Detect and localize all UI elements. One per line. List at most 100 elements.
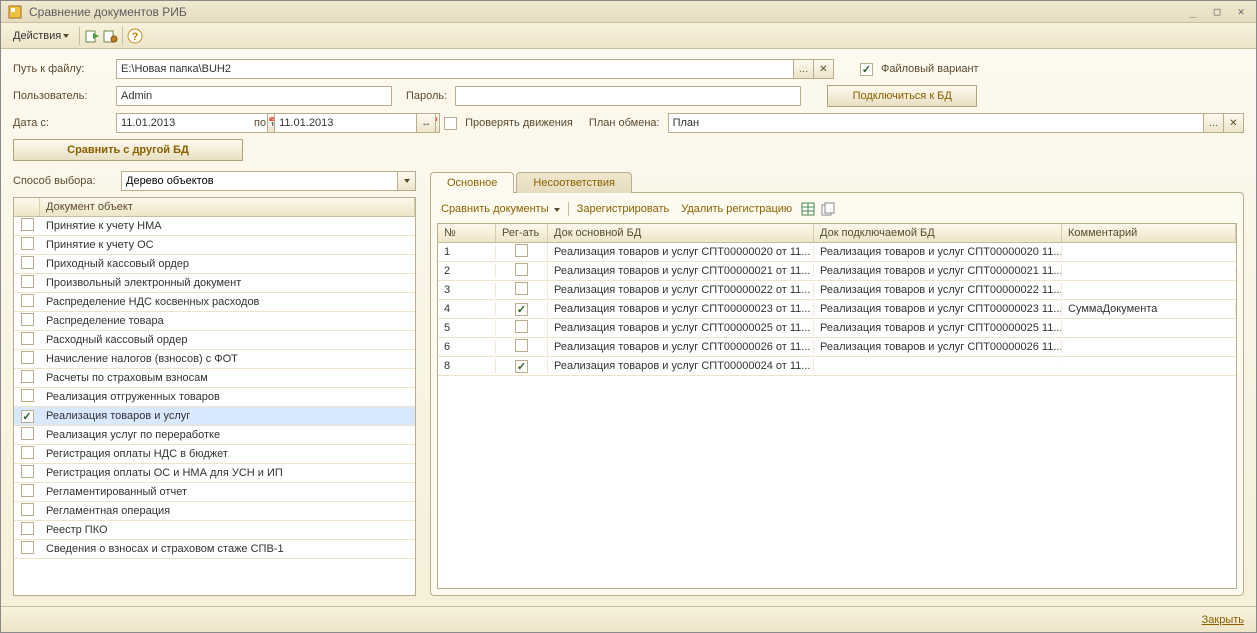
cell-reg-checkbox[interactable]: [515, 320, 528, 333]
tree-row[interactable]: Произвольный электронный документ: [14, 274, 415, 293]
swap-dates-button[interactable]: ↔: [416, 113, 436, 133]
tree-row-checkbox[interactable]: [21, 332, 34, 345]
maximize-icon[interactable]: □: [1208, 5, 1226, 19]
tree-row[interactable]: Расчеты по страховым взносам: [14, 369, 415, 388]
tree-row-checkbox[interactable]: [21, 410, 34, 423]
tree-row[interactable]: Принятие к учету НМА: [14, 217, 415, 236]
tree-row[interactable]: Реализация отгруженных товаров: [14, 388, 415, 407]
grid-row[interactable]: 6Реализация товаров и услуг СПТ00000026 …: [438, 338, 1236, 357]
tree-row-checkbox[interactable]: [21, 237, 34, 250]
tree-row-checkbox[interactable]: [21, 522, 34, 535]
cell-reg-checkbox[interactable]: [515, 339, 528, 352]
tree-row-label: Сведения о взносах и страховом стаже СПВ…: [40, 542, 415, 556]
minimize-icon[interactable]: _: [1184, 5, 1202, 19]
cell-reg-checkbox[interactable]: [515, 244, 528, 257]
tree-row-checkbox[interactable]: [21, 256, 34, 269]
grid-row[interactable]: 8Реализация товаров и услуг СПТ00000024 …: [438, 357, 1236, 376]
select-method-combo[interactable]: Дерево объектов: [121, 171, 398, 191]
tree-row[interactable]: Реестр ПКО: [14, 521, 415, 540]
path-input[interactable]: [116, 59, 794, 79]
copy-icon[interactable]: [820, 201, 836, 217]
tree-row-checkbox[interactable]: [21, 465, 34, 478]
grid-row[interactable]: 5Реализация товаров и услуг СПТ00000025 …: [438, 319, 1236, 338]
user-input[interactable]: [116, 86, 392, 106]
close-button[interactable]: Закрыть: [1202, 614, 1244, 626]
exchange-plan-label: План обмена:: [589, 117, 660, 129]
tree-row-checkbox[interactable]: [21, 294, 34, 307]
exchange-plan-clear-button[interactable]: ✕: [1224, 113, 1244, 133]
unregister-button[interactable]: Удалить регистрацию: [677, 201, 796, 217]
tree-row-checkbox[interactable]: [21, 427, 34, 440]
register-button[interactable]: Зарегистрировать: [573, 201, 674, 217]
tree-row-checkbox[interactable]: [21, 351, 34, 364]
grid-row[interactable]: 3Реализация товаров и услуг СПТ00000022 …: [438, 281, 1236, 300]
tree-row[interactable]: Принятие к учету ОС: [14, 236, 415, 255]
actions-menu[interactable]: Действия: [7, 28, 75, 44]
check-movements-checkbox[interactable]: [444, 117, 457, 130]
tree-row[interactable]: Реализация товаров и услуг: [14, 407, 415, 426]
tree-row[interactable]: Сведения о взносах и страховом стаже СПВ…: [14, 540, 415, 559]
tree-row-label: Принятие к учету НМА: [40, 219, 415, 233]
cell-reg-checkbox[interactable]: [515, 263, 528, 276]
chevron-down-icon[interactable]: [398, 171, 416, 191]
grid-row[interactable]: 2Реализация товаров и услуг СПТ00000021 …: [438, 262, 1236, 281]
tab-mismatch[interactable]: Несоответствия: [516, 172, 632, 193]
tree-row[interactable]: Начисление налогов (взносов) с ФОТ: [14, 350, 415, 369]
compare-button[interactable]: Сравнить с другой БД: [13, 139, 243, 161]
tree-row[interactable]: Распределение НДС косвенных расходов: [14, 293, 415, 312]
script-run-icon[interactable]: [84, 28, 100, 44]
cell-reg-checkbox[interactable]: [515, 303, 528, 316]
grid-body[interactable]: 1Реализация товаров и услуг СПТ00000020 …: [438, 243, 1236, 588]
tree-row[interactable]: Расходный кассовый ордер: [14, 331, 415, 350]
cell-reg-checkbox[interactable]: [515, 282, 528, 295]
tree-row-checkbox[interactable]: [21, 503, 34, 516]
tree-row-checkbox[interactable]: [21, 446, 34, 459]
tree-row-checkbox[interactable]: [21, 484, 34, 497]
col-main-db[interactable]: Док основной БД: [548, 224, 814, 242]
col-num[interactable]: №: [438, 224, 496, 242]
path-clear-button[interactable]: ✕: [814, 59, 834, 79]
tree-row[interactable]: Приходный кассовый ордер: [14, 255, 415, 274]
tree-row-label: Регламентная операция: [40, 504, 415, 518]
exchange-plan-input[interactable]: [668, 113, 1204, 133]
cell-main-db: Реализация товаров и услуг СПТ00000025 о…: [548, 321, 814, 335]
tree-row-checkbox[interactable]: [21, 313, 34, 326]
close-icon[interactable]: ✕: [1232, 5, 1250, 19]
table-icon[interactable]: [800, 201, 816, 217]
tree-row[interactable]: Регламентная операция: [14, 502, 415, 521]
tree-row[interactable]: Реализация услуг по переработке: [14, 426, 415, 445]
tree-row-checkbox[interactable]: [21, 218, 34, 231]
tree-row-label: Реализация товаров и услуг: [40, 409, 415, 423]
tree-row-checkbox[interactable]: [21, 275, 34, 288]
tree-row-label: Распределение товара: [40, 314, 415, 328]
tree-body[interactable]: Принятие к учету НМА Принятие к учету ОС П…: [14, 217, 415, 595]
tree-row-label: Приходный кассовый ордер: [40, 257, 415, 271]
col-conn-db[interactable]: Док подключаемой БД: [814, 224, 1062, 242]
connect-button[interactable]: Подключиться к БД: [827, 85, 977, 107]
tree-row-checkbox[interactable]: [21, 541, 34, 554]
tree-row-checkbox[interactable]: [21, 389, 34, 402]
cell-main-db: Реализация товаров и услуг СПТ00000022 о…: [548, 283, 814, 297]
grid-row[interactable]: 4Реализация товаров и услуг СПТ00000023 …: [438, 300, 1236, 319]
grid-row[interactable]: 1Реализация товаров и услуг СПТ00000020 …: [438, 243, 1236, 262]
tree-row[interactable]: Регистрация оплаты НДС в бюджет: [14, 445, 415, 464]
password-input[interactable]: [455, 86, 801, 106]
tree-row[interactable]: Распределение товара: [14, 312, 415, 331]
script-gear-icon[interactable]: [102, 28, 118, 44]
file-variant-checkbox[interactable]: [860, 63, 873, 76]
help-icon[interactable]: ?: [127, 28, 143, 44]
cell-main-db: Реализация товаров и услуг СПТ00000023 о…: [548, 302, 814, 316]
tab-main[interactable]: Основное: [430, 172, 514, 193]
compare-docs-menu[interactable]: Сравнить документы: [437, 201, 564, 217]
col-comment[interactable]: Комментарий: [1062, 224, 1236, 242]
tree-row[interactable]: Регистрация оплаты ОС и НМА для УСН и ИП: [14, 464, 415, 483]
col-reg[interactable]: Рег-ать: [496, 224, 548, 242]
cell-reg-checkbox[interactable]: [515, 360, 528, 373]
app-icon: [7, 4, 23, 20]
path-browse-button[interactable]: …: [794, 59, 814, 79]
exchange-plan-select-button[interactable]: …: [1204, 113, 1224, 133]
tree-row-checkbox[interactable]: [21, 370, 34, 383]
tree-row[interactable]: Регламентированный отчет: [14, 483, 415, 502]
date-to-input[interactable]: [274, 113, 426, 133]
date-from-input[interactable]: [116, 113, 268, 133]
